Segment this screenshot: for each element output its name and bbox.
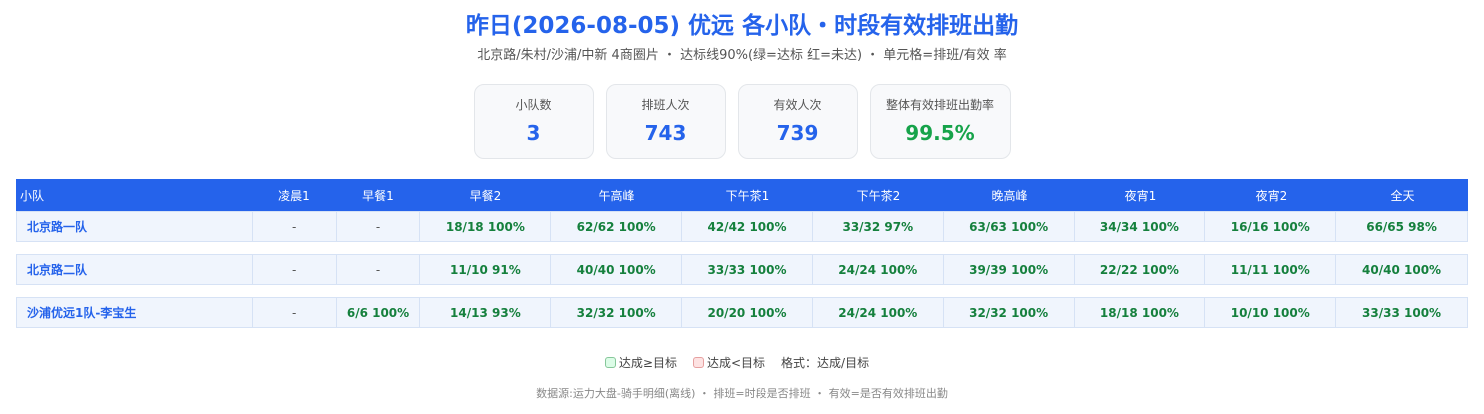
table-cell: - bbox=[337, 212, 421, 241]
table-cell: - bbox=[337, 255, 421, 284]
legend-item-ok: 达成≥目标 bbox=[604, 354, 677, 371]
table-cell: 32/32 100% bbox=[944, 298, 1075, 327]
column-header: 夜宵1 bbox=[1124, 188, 1157, 203]
table-cell: 24/24 100% bbox=[813, 298, 944, 327]
column-header: 全天 bbox=[1390, 188, 1415, 203]
table-cell: 33/33 100% bbox=[682, 255, 813, 284]
table-cell: 18/18 100% bbox=[420, 212, 552, 241]
team-name: 北京路二队 bbox=[17, 255, 253, 284]
table-cell: 34/34 100% bbox=[1075, 212, 1206, 241]
table-cell: 24/24 100% bbox=[813, 255, 944, 284]
table-cell: 32/32 100% bbox=[551, 298, 683, 327]
table-cell: 22/22 100% bbox=[1075, 255, 1206, 284]
table-cell: 14/13 93% bbox=[420, 298, 552, 327]
table-cell: 66/65 98% bbox=[1366, 219, 1437, 234]
column-header: 下午茶1 bbox=[725, 188, 770, 203]
card-label: 整体有效排班出勤率 bbox=[885, 97, 994, 112]
column-header: 夜宵2 bbox=[1255, 188, 1288, 203]
card-value: 3 bbox=[526, 120, 541, 145]
table-cell: - bbox=[253, 255, 337, 284]
table-cell: 40/40 100% bbox=[1362, 262, 1442, 277]
legend-item-bad: 达成<目标 bbox=[692, 354, 766, 371]
card-team-count: 小队数 3 bbox=[473, 84, 594, 159]
table-cell: 39/39 100% bbox=[944, 255, 1075, 284]
column-header: 晚高峰 bbox=[991, 188, 1028, 203]
table-cell: 33/32 97% bbox=[813, 212, 944, 241]
column-header: 小队 bbox=[20, 188, 45, 203]
column-header: 早餐1 bbox=[362, 188, 394, 203]
column-header: 凌晨1 bbox=[278, 188, 310, 203]
card-label: 小队数 bbox=[515, 97, 552, 112]
card-effective: 有效人次 739 bbox=[737, 84, 858, 159]
table-row: 北京路二队 - - 11/10 91% 40/40 100% 33/33 100… bbox=[16, 254, 1468, 285]
table-cell: 11/10 91% bbox=[420, 255, 552, 284]
green-swatch-icon bbox=[604, 357, 616, 368]
page-title: 昨日(2026-08-05) 优远 各小队・时段有效排班出勤 bbox=[465, 13, 1019, 39]
table-cell: - bbox=[253, 298, 337, 327]
summary-cards: 小队数 3 排班人次 743 有效人次 739 整体有效排班出勤率 99.5% bbox=[0, 84, 1484, 159]
table-cell: 11/11 100% bbox=[1205, 255, 1337, 284]
card-value: 743 bbox=[644, 120, 687, 145]
column-header: 早餐2 bbox=[469, 188, 502, 203]
card-overall-rate: 整体有效排班出勤率 99.5% bbox=[869, 84, 1011, 159]
card-scheduled: 排班人次 743 bbox=[605, 84, 726, 159]
table-cell: 10/10 100% bbox=[1205, 298, 1337, 327]
red-swatch-icon bbox=[692, 357, 704, 368]
legend-format: 格式：达成/目标 bbox=[781, 356, 870, 370]
card-value: 739 bbox=[776, 120, 819, 145]
card-label: 有效人次 bbox=[773, 97, 822, 112]
legend-label: 达成≥目标 bbox=[618, 356, 677, 370]
table-header: 小队 凌晨1 早餐1 早餐2 午高峰 下午茶1 下午茶2 晚高峰 夜宵1 夜宵2… bbox=[16, 179, 1468, 211]
table-cell: 16/16 100% bbox=[1205, 212, 1337, 241]
data-source-footer: 数据源:运力大盘-骑手明细(离线) ・ 排班=时段是否排班 ・ 有效=是否有效排… bbox=[536, 387, 948, 400]
table-cell: 6/6 100% bbox=[337, 298, 421, 327]
column-header: 下午茶2 bbox=[856, 188, 901, 203]
table-cell: 20/20 100% bbox=[682, 298, 813, 327]
card-value: 99.5% bbox=[905, 120, 975, 145]
table-row: 北京路一队 - - 18/18 100% 62/62 100% 42/42 10… bbox=[16, 211, 1468, 242]
table-row: 沙浦优远1队-李宝生 - 6/6 100% 14/13 93% 32/32 10… bbox=[16, 297, 1468, 328]
column-header: 午高峰 bbox=[598, 188, 635, 203]
legend: 达成≥目标 达成<目标 格式：达成/目标 bbox=[0, 354, 1484, 371]
page-subtitle: 北京路/朱村/沙浦/中新 4商圈片 ・ 达标线90%(绿=达标 红=未达) ・ … bbox=[477, 48, 1007, 63]
table-cell: - bbox=[253, 212, 337, 241]
table-cell: 62/62 100% bbox=[551, 212, 683, 241]
card-label: 排班人次 bbox=[641, 97, 690, 112]
table-cell: 40/40 100% bbox=[551, 255, 683, 284]
table-cell: 63/63 100% bbox=[944, 212, 1075, 241]
table-cell: 42/42 100% bbox=[682, 212, 813, 241]
table-cell: 33/33 100% bbox=[1362, 305, 1442, 320]
team-name: 北京路一队 bbox=[17, 212, 253, 241]
attendance-table: 小队 凌晨1 早餐1 早餐2 午高峰 下午茶1 下午茶2 晚高峰 夜宵1 夜宵2… bbox=[16, 179, 1468, 328]
legend-label: 达成<目标 bbox=[706, 356, 766, 370]
team-name: 沙浦优远1队-李宝生 bbox=[17, 298, 253, 327]
table-cell: 18/18 100% bbox=[1075, 298, 1206, 327]
